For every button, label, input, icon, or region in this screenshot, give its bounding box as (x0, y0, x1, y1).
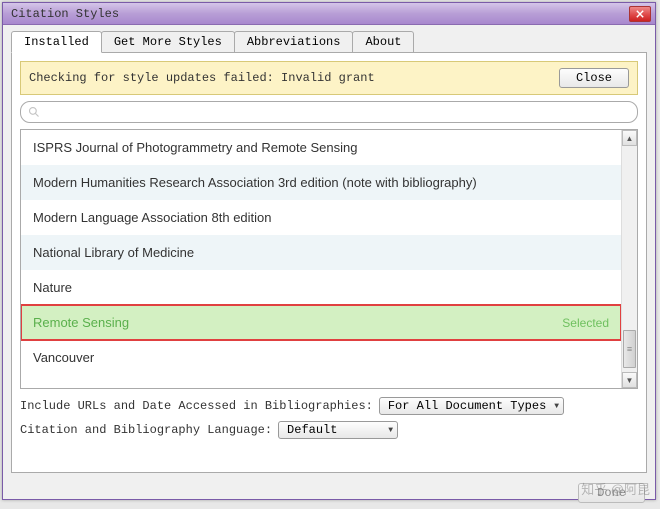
styles-list-container: ISPRS Journal of Photogrammetry and Remo… (20, 129, 638, 389)
tab-label: About (365, 35, 401, 49)
style-name: Modern Humanities Research Association 3… (33, 175, 609, 190)
done-button[interactable]: Done (578, 483, 645, 503)
options-area: Include URLs and Date Accessed in Biblio… (20, 397, 638, 439)
list-item-selected[interactable]: Remote Sensing Selected (21, 305, 621, 340)
tab-bar: Installed Get More Styles Abbreviations … (11, 31, 647, 53)
list-item[interactable]: Vancouver (21, 340, 621, 375)
language-dropdown[interactable]: Default ▼ (278, 421, 398, 439)
notice-bar: Checking for style updates failed: Inval… (20, 61, 638, 95)
tab-installed[interactable]: Installed (11, 31, 102, 53)
citation-styles-window: Citation Styles Installed Get More Style… (2, 2, 656, 500)
include-urls-dropdown[interactable]: For All Document Types ▼ (379, 397, 564, 415)
chevron-down-icon: ▼ (554, 402, 559, 411)
tab-label: Installed (24, 35, 89, 49)
dialog-footer: Done (3, 479, 655, 509)
scroll-up-button[interactable]: ▲ (622, 130, 637, 146)
style-name: Nature (33, 280, 609, 295)
tab-about[interactable]: About (352, 31, 414, 52)
close-icon (636, 10, 644, 18)
tab-abbreviations[interactable]: Abbreviations (234, 31, 354, 52)
selected-badge: Selected (562, 316, 609, 330)
list-item[interactable]: Nature (21, 270, 621, 305)
tab-get-more-styles[interactable]: Get More Styles (101, 31, 235, 52)
tab-label: Abbreviations (247, 35, 341, 49)
option-language: Citation and Bibliography Language: Defa… (20, 421, 638, 439)
language-label: Citation and Bibliography Language: (20, 423, 272, 437)
search-input[interactable] (20, 101, 638, 123)
chevron-down-icon: ▼ (388, 426, 393, 435)
style-name: ISPRS Journal of Photogrammetry and Remo… (33, 140, 609, 155)
scroll-down-button[interactable]: ▼ (622, 372, 637, 388)
tab-label: Get More Styles (114, 35, 222, 49)
style-name: Modern Language Association 8th edition (33, 210, 609, 225)
search-container (20, 101, 638, 123)
content-area: Installed Get More Styles Abbreviations … (3, 25, 655, 479)
styles-list: ISPRS Journal of Photogrammetry and Remo… (21, 130, 621, 388)
style-name: Remote Sensing (33, 315, 562, 330)
tab-panel-installed: Checking for style updates failed: Inval… (11, 53, 647, 473)
list-item[interactable]: ISPRS Journal of Photogrammetry and Remo… (21, 130, 621, 165)
list-item[interactable]: National Library of Medicine (21, 235, 621, 270)
list-item[interactable]: Modern Humanities Research Association 3… (21, 165, 621, 200)
style-name: Vancouver (33, 350, 609, 365)
window-title: Citation Styles (7, 7, 629, 21)
dropdown-value: Default (287, 423, 337, 437)
dropdown-value: For All Document Types (388, 399, 546, 413)
window-close-button[interactable] (629, 6, 651, 22)
notice-message: Checking for style updates failed: Inval… (29, 71, 559, 85)
scroll-thumb[interactable] (623, 330, 636, 368)
style-name: National Library of Medicine (33, 245, 609, 260)
notice-close-button[interactable]: Close (559, 68, 629, 88)
include-urls-label: Include URLs and Date Accessed in Biblio… (20, 399, 373, 413)
option-include-urls: Include URLs and Date Accessed in Biblio… (20, 397, 638, 415)
titlebar: Citation Styles (3, 3, 655, 25)
list-item[interactable]: Modern Language Association 8th edition (21, 200, 621, 235)
search-icon (28, 106, 40, 118)
scrollbar[interactable]: ▲ ▼ (621, 130, 637, 388)
